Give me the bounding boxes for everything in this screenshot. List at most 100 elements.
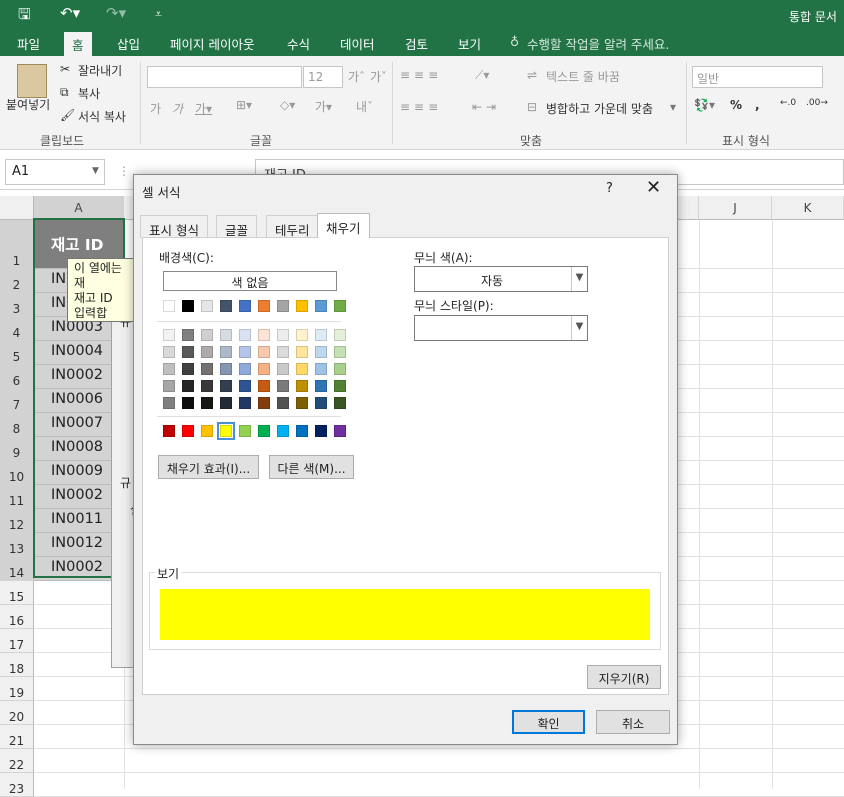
color-swatch[interactable] [220,329,232,341]
color-swatch[interactable] [258,329,270,341]
tab-border[interactable]: 테두리 [266,215,319,238]
tab-font[interactable]: 글꼴 [216,215,258,238]
border-icon[interactable]: ⊞▾ [236,98,252,112]
grow-font-icon[interactable]: 가ˆ [348,68,365,85]
color-swatch[interactable] [201,363,213,375]
help-icon[interactable]: ? [606,181,613,196]
color-swatch[interactable] [258,300,270,312]
name-box[interactable]: A1 [5,159,105,185]
color-swatch[interactable] [315,380,327,392]
column-header-j[interactable]: J [699,196,772,220]
italic-icon[interactable]: 가 [172,100,183,117]
standard-color-swatch[interactable] [182,425,194,437]
name-box-chevron-icon[interactable]: ▼ [92,166,99,176]
column-header-k[interactable]: K [772,196,844,220]
color-swatch[interactable] [277,380,289,392]
more-colors-button[interactable]: 다른 색(M)... [269,455,354,479]
color-swatch[interactable] [258,397,270,409]
standard-color-swatch[interactable] [217,422,235,440]
orientation-icon[interactable]: ⟋▾ [475,68,489,83]
column-header-a[interactable]: A [34,196,124,220]
save-icon[interactable]: 🖫 [18,4,31,29]
row-header[interactable]: 11 [0,485,34,509]
color-swatch[interactable] [182,329,194,341]
row-header[interactable]: 4 [0,317,34,341]
font-size-dropdown[interactable]: 12 [303,66,343,88]
wrap-text-button[interactable]: 텍스트 줄 바꿈 [546,68,620,85]
color-swatch[interactable] [220,397,232,409]
tab-file[interactable]: 파일 [17,34,40,53]
tab-formulas[interactable]: 수식 [287,34,310,53]
clear-button[interactable]: 지우기(R) [587,665,661,689]
row-header[interactable]: 7 [0,389,34,413]
color-swatch[interactable] [277,346,289,358]
standard-color-swatch[interactable] [239,425,251,437]
row-header[interactable]: 21 [0,725,34,749]
color-swatch[interactable] [296,329,308,341]
row-header[interactable]: 13 [0,533,34,557]
color-swatch[interactable] [315,346,327,358]
paste-icon[interactable] [17,64,47,98]
cut-button[interactable]: 잘라내기 [78,62,122,79]
row-header[interactable]: 9 [0,437,34,461]
color-swatch[interactable] [296,300,308,312]
merge-center-button[interactable]: 병합하고 가운데 맞춤 [546,100,653,117]
color-swatch[interactable] [258,380,270,392]
color-swatch[interactable] [182,363,194,375]
color-swatch[interactable] [163,346,175,358]
color-swatch[interactable] [315,329,327,341]
color-swatch[interactable] [239,346,251,358]
color-swatch[interactable] [277,363,289,375]
color-swatch[interactable] [220,346,232,358]
pattern-style-dropdown[interactable]: ▼ [414,315,588,341]
color-swatch[interactable] [201,346,213,358]
color-swatch[interactable] [163,363,175,375]
row-header[interactable]: 10 [0,461,34,485]
color-swatch[interactable] [239,363,251,375]
color-swatch[interactable] [334,329,346,341]
tab-page-layout[interactable]: 페이지 레이아웃 [170,34,254,53]
color-swatch[interactable] [239,329,251,341]
color-swatch[interactable] [220,300,232,312]
customize-toolbar-icon[interactable]: ⩡ [155,7,162,22]
row-header[interactable]: 18 [0,653,34,677]
no-color-button[interactable]: 색 없음 [163,271,337,291]
row-header[interactable]: 22 [0,749,34,773]
fill-effects-button[interactable]: 채우기 효과(I)... [158,455,259,479]
currency-icon[interactable]: 💱▾ [694,98,715,112]
color-swatch[interactable] [277,397,289,409]
cancel-button[interactable]: 취소 [596,710,670,734]
shrink-font-icon[interactable]: 가ˇ [370,68,387,85]
color-swatch[interactable] [201,380,213,392]
tab-view[interactable]: 보기 [458,34,481,53]
copy-button[interactable]: 복사 [78,85,100,102]
tell-me-input[interactable]: 수행할 작업을 알려 주세요. [527,34,669,53]
tab-fill[interactable]: 채우기 [317,213,370,238]
tab-insert[interactable]: 삽입 [117,34,140,53]
standard-color-swatch[interactable] [163,425,175,437]
tab-data[interactable]: 데이터 [340,34,375,53]
row-header[interactable]: 20 [0,701,34,725]
color-swatch[interactable] [315,363,327,375]
horizontal-align-icons[interactable]: ≡≡≡ [400,100,442,114]
indent-icons[interactable]: ⇤⇥ [472,100,500,114]
chevron-down-icon[interactable]: ▾ [670,100,676,114]
row-header[interactable]: 6 [0,365,34,389]
color-swatch[interactable] [334,363,346,375]
standard-color-swatch[interactable] [258,425,270,437]
color-swatch[interactable] [201,300,213,312]
color-swatch[interactable] [239,380,251,392]
color-swatch[interactable] [258,346,270,358]
row-header[interactable]: 3 [0,293,34,317]
color-swatch[interactable] [315,300,327,312]
row-header[interactable]: 23 [0,773,34,797]
row-header[interactable]: 16 [0,605,34,629]
number-format-dropdown[interactable]: 일반 [692,66,823,88]
standard-color-swatch[interactable] [277,425,289,437]
tab-review[interactable]: 검토 [405,34,428,53]
row-header[interactable]: 19 [0,677,34,701]
color-swatch[interactable] [182,346,194,358]
standard-color-swatch[interactable] [315,425,327,437]
color-swatch[interactable] [163,300,175,312]
row-header[interactable]: 14 [0,557,34,581]
